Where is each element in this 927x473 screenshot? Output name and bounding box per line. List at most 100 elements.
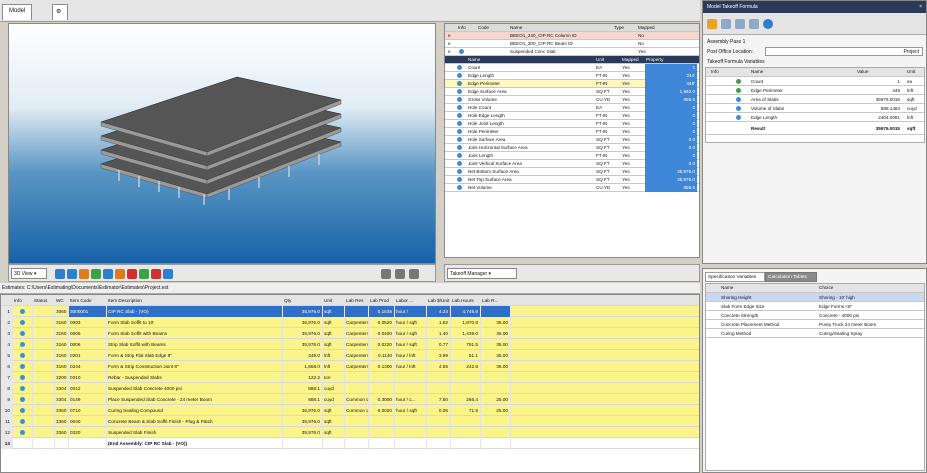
- property-row[interactable]: Joint Vertical Surface Area SQ FT Yes 0.0: [445, 160, 699, 168]
- spec-row[interactable]: Slab Form Edge Size Edge Forms <8": [706, 302, 924, 311]
- table-row[interactable]: e Suspended Conc Slab Yes: [445, 48, 699, 56]
- property-row[interactable]: Joint Length FT-IN Yes 0: [445, 152, 699, 160]
- estimate-row[interactable]: 4 3160 0006 Strip Slab Soffit with Beams 35,…: [1, 339, 699, 350]
- specification-panel: Specification Variables Calculation Tabl…: [702, 268, 927, 473]
- rotate-icon[interactable]: [67, 269, 77, 279]
- formula-variables-label: Takeoff Formula Variables: [707, 59, 765, 65]
- col-header: Item Description: [107, 295, 283, 306]
- tab-spec-variables[interactable]: Specification Variables: [705, 272, 765, 282]
- view-mode-select[interactable]: 3D View ▾: [11, 268, 47, 279]
- cell-res: Carpenters: [345, 361, 369, 372]
- estimate-row[interactable]: 6 3160 0244 Form & Strip Construction Joint…: [1, 361, 699, 372]
- close-icon[interactable]: ×: [919, 1, 922, 13]
- property-row[interactable]: Joint Horizontal Surface Area SQ FT Yes 0.0: [445, 144, 699, 152]
- col-header: Labor ...: [395, 295, 427, 306]
- cell-wc: 3304: [55, 383, 69, 394]
- estimate-row[interactable]: 9 3304 0149 Place Suspended Slab Concrete -…: [1, 394, 699, 405]
- spec-choice[interactable]: Curing/Sealing Spray: [818, 329, 922, 338]
- property-row[interactable]: Hole Surface Area SQ FT Yes 0.0: [445, 136, 699, 144]
- cell-info: [13, 416, 33, 427]
- col-var-unit: Unit: [907, 69, 916, 74]
- tab-settings[interactable]: ⚙: [52, 4, 68, 20]
- section-icon[interactable]: [115, 269, 125, 279]
- cell-labr: [481, 306, 511, 317]
- variable-name: Edge Perimeter: [751, 88, 783, 93]
- estimate-row[interactable]: 11 3360 0040 Concrete Beam & Slab Soffit Fi…: [1, 416, 699, 427]
- post-office-field[interactable]: Project: [765, 47, 923, 56]
- variable-row[interactable]: Edge Perimeter 448 lnft: [706, 86, 924, 95]
- cell-info: [13, 317, 33, 328]
- variable-unit: lnft: [907, 115, 914, 120]
- estimate-row[interactable]: 3 3160 0005 Form Slab Soffit with Beams 35,9…: [1, 328, 699, 339]
- fullscreen-icon[interactable]: [409, 269, 419, 279]
- cell-unit: sqft: [323, 317, 345, 328]
- help-icon[interactable]: [763, 19, 773, 29]
- estimate-row[interactable]: 8 3304 0012 Suspended Slab Concrete 4000 ps…: [1, 383, 699, 394]
- property-row[interactable]: Edge Length FT-IN Yes 244': [445, 72, 699, 80]
- screen-icon[interactable]: [381, 269, 391, 279]
- pan-icon[interactable]: [79, 269, 89, 279]
- spec-row[interactable]: Curing Method Curing/Sealing Spray: [706, 329, 924, 338]
- property-row[interactable]: Edge Perimeter FT-IN Yes 448': [445, 80, 699, 88]
- spec-choice[interactable]: Concrete - 4000 psi: [818, 311, 922, 320]
- col-header: WC: [55, 295, 69, 306]
- property-row[interactable]: Gross Volume CU YD Yes 886.5: [445, 96, 699, 104]
- property-row[interactable]: Hole Perimeter FT-IN Yes 0: [445, 128, 699, 136]
- tab-model[interactable]: Model: [2, 4, 33, 20]
- property-row[interactable]: Hole Edge Length FT-IN Yes 0: [445, 112, 699, 120]
- tab-calculation-tables[interactable]: Calculation Tables: [765, 272, 817, 282]
- fit-icon[interactable]: [103, 269, 113, 279]
- estimate-row[interactable]: 1 3060 3000001 CIP RC Slab - (VO) 35,976.0 sq…: [1, 306, 699, 317]
- variable-row[interactable]: Volume of Slabs 888.1484 cuyd: [706, 104, 924, 113]
- delete-icon[interactable]: [749, 19, 759, 29]
- property-name: Hole Count: [468, 105, 491, 110]
- hide-icon[interactable]: [127, 269, 137, 279]
- cell-labr: 35.00: [481, 339, 511, 350]
- variable-row[interactable]: Count 1 ea: [706, 77, 924, 86]
- measure-icon[interactable]: [163, 269, 173, 279]
- cell-res: Common L...: [345, 394, 369, 405]
- spec-choice[interactable]: Shoring - 10' high: [818, 293, 922, 302]
- copy-icon[interactable]: [721, 19, 731, 29]
- variable-row[interactable]: Edge Length 2404.0081 lnft: [706, 113, 924, 122]
- property-row[interactable]: Net Top Surface Area SQ FT Yes 35,976.0: [445, 176, 699, 184]
- cell-hours: [451, 372, 481, 383]
- property-row[interactable]: Net Bottom Surface Area SQ FT Yes 35,976.0: [445, 168, 699, 176]
- estimate-row[interactable]: 7 3200 0310 Rebar - Suspended Slabs 122.2 ton: [1, 372, 699, 383]
- estimate-row[interactable]: 5 3160 0201 Form & Strip Flat Slab Edge 8" 4…: [1, 350, 699, 361]
- spec-row[interactable]: Concrete Strength Concrete - 4000 psi: [706, 311, 924, 320]
- property-row[interactable]: Hole Joint Length FT-IN Yes 0: [445, 120, 699, 128]
- estimate-row[interactable]: 10 3360 0710 Curing Sealing Compound 35,976.…: [1, 405, 699, 416]
- property-row[interactable]: Hole Count EA Yes 0: [445, 104, 699, 112]
- table-row[interactable]: e BEEO1_300_CIP RC Beam ID No: [445, 40, 699, 48]
- estimate-row[interactable]: 2 3160 0003 Form Slab Soffit to 10' 35,976.0…: [1, 317, 699, 328]
- spec-choice[interactable]: Edge Forms <8": [818, 302, 922, 311]
- spec-choice[interactable]: Pump Truck 24 meter Boom: [818, 320, 922, 329]
- assembly-icon[interactable]: [707, 19, 717, 29]
- estimate-row[interactable]: 13 (End Assembly: CIP RC Slab - (VO)): [1, 438, 699, 449]
- variable-row[interactable]: Area of Slabs 35976.0015 sqft: [706, 95, 924, 104]
- cell-hours: 266.4: [451, 394, 481, 405]
- zoom-icon[interactable]: [55, 269, 65, 279]
- estimate-row[interactable]: 12 3360 0320 Suspended Slab Finish 35,976.0 s…: [1, 427, 699, 438]
- property-row[interactable]: Edge Surface Area SQ FT Yes 1,982.0: [445, 88, 699, 96]
- takeoff-manager-select[interactable]: Takeoff Manager ▾: [447, 268, 517, 279]
- post-office-value: Project: [903, 49, 919, 55]
- spec-row[interactable]: Concrete Placement Method Pump Truck 24 m…: [706, 320, 924, 329]
- table-row[interactable]: e BEEO1_240_CIP RC Column ID No: [445, 32, 699, 40]
- isolate-icon[interactable]: [139, 269, 149, 279]
- select-icon[interactable]: [91, 269, 101, 279]
- variable-icon: [736, 106, 741, 111]
- arrows-icon[interactable]: [395, 269, 405, 279]
- paste-icon[interactable]: [735, 19, 745, 29]
- property-icon: [457, 129, 462, 134]
- spec-row[interactable]: Shoring Height Shoring - 10' high: [706, 293, 924, 302]
- cell-labor: [395, 383, 427, 394]
- property-mapped: Yes: [622, 169, 630, 174]
- property-mapped: Yes: [622, 113, 630, 118]
- property-row[interactable]: Count EA Yes 1: [445, 64, 699, 72]
- model-3d-viewport[interactable]: [8, 23, 436, 264]
- color-icon[interactable]: [151, 269, 161, 279]
- property-row[interactable]: Net Volume CU YD Yes 886.5: [445, 184, 699, 192]
- cell-hours: [451, 427, 481, 438]
